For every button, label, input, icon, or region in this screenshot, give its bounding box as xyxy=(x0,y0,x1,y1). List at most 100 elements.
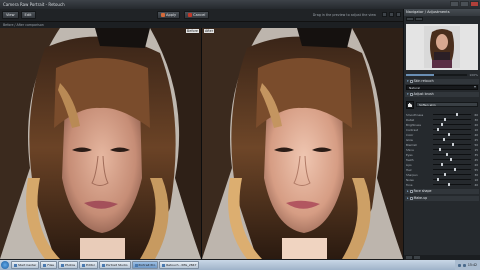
adjust-slider-row: Tone 40 xyxy=(406,182,478,187)
slider-thumb[interactable] xyxy=(444,118,447,121)
slider-value: 50 xyxy=(474,142,478,147)
slider-label: Lips xyxy=(406,162,412,167)
slider-label: Detail xyxy=(406,117,415,122)
cancel-icon xyxy=(188,13,193,17)
slider-value: 60 xyxy=(474,112,478,117)
brush-tool-label[interactable]: Soften skin xyxy=(416,102,478,107)
slider-track[interactable] xyxy=(433,128,471,131)
clock: 15:42 xyxy=(467,263,477,267)
cancel-button[interactable]: Cancel xyxy=(184,11,210,19)
application-window: Camera Raw Portrait - Retouch View Edit … xyxy=(0,0,480,270)
slider-label: Color xyxy=(406,132,414,137)
zoom-slider[interactable] xyxy=(406,73,468,76)
slider-label: Teeth xyxy=(406,157,414,162)
app-icon xyxy=(134,263,138,267)
slider-thumb[interactable] xyxy=(450,158,453,161)
makeup-header[interactable]: ▸ Make-up xyxy=(405,196,479,201)
slider-thumb[interactable] xyxy=(440,163,443,166)
slider-thumb[interactable] xyxy=(453,168,456,171)
face-shape-checkbox[interactable] xyxy=(409,190,413,193)
taskbar-button[interactable]: Portrait Studio xyxy=(99,261,131,269)
slider-track[interactable] xyxy=(433,133,471,136)
slider-track[interactable] xyxy=(433,163,471,166)
start-button[interactable] xyxy=(1,261,9,269)
volume-icon[interactable] xyxy=(462,263,466,267)
reset-button[interactable] xyxy=(406,256,412,259)
slider-track[interactable] xyxy=(433,178,471,181)
slider-value: 15 xyxy=(474,147,478,152)
split-view-button[interactable] xyxy=(389,12,394,17)
slider-thumb[interactable] xyxy=(448,133,451,136)
slider-thumb[interactable] xyxy=(452,143,454,146)
slider-track[interactable] xyxy=(433,143,471,146)
zoom-slider-fill xyxy=(406,73,434,76)
taskbar-button[interactable]: Files xyxy=(40,261,57,269)
slider-track[interactable] xyxy=(433,153,471,156)
maximize-button[interactable] xyxy=(460,1,469,7)
slider-track[interactable] xyxy=(433,118,471,121)
slider-value: 55 xyxy=(474,167,478,172)
app-icon xyxy=(43,263,47,267)
taskbar-button[interactable]: Photos xyxy=(57,261,79,269)
preset-dropdown[interactable]: Natural xyxy=(406,85,478,90)
slider-thumb[interactable] xyxy=(442,138,445,141)
slider-thumb[interactable] xyxy=(436,128,439,131)
before-preview[interactable]: Before xyxy=(0,28,201,259)
after-label: After xyxy=(204,29,215,33)
taskbar-button-label: Files xyxy=(47,263,54,267)
slider-track[interactable] xyxy=(433,158,471,161)
minimize-button[interactable] xyxy=(450,1,459,7)
after-preview[interactable]: After xyxy=(202,28,403,259)
taskbar-button-label: Start Center xyxy=(18,263,37,267)
slider-track[interactable] xyxy=(433,138,471,141)
slider-thumb[interactable] xyxy=(446,153,449,156)
slider-track[interactable] xyxy=(433,173,471,176)
brush-tool-row: Soften skin xyxy=(406,98,478,111)
slider-value: 25 xyxy=(474,137,478,142)
apply-label: Apply xyxy=(166,13,177,17)
adjustment-panel: Navigator / Adjustments 100% ▾ Skin reto… xyxy=(403,9,480,260)
slider-track[interactable] xyxy=(433,123,471,126)
view-menu-button[interactable]: View xyxy=(2,11,19,19)
taskbar-button[interactable]: Portrait Pro xyxy=(131,261,159,269)
close-button[interactable] xyxy=(470,1,479,7)
slider-value: 40 xyxy=(474,182,478,187)
navigator-portrait-image xyxy=(424,26,460,68)
taskbar: Start Center Files Photos Editor Portrait St… xyxy=(0,260,480,270)
slider-track[interactable] xyxy=(433,168,471,171)
slider-thumb[interactable] xyxy=(444,173,447,176)
nav-zoom-button[interactable] xyxy=(415,17,423,21)
navigator-thumbnail[interactable] xyxy=(406,24,478,70)
apply-button[interactable]: Apply xyxy=(157,11,181,19)
slider-track[interactable] xyxy=(433,148,471,151)
nav-fit-button[interactable] xyxy=(406,17,414,21)
edit-menu-button[interactable]: Edit xyxy=(20,11,36,19)
slider-track[interactable] xyxy=(433,183,471,186)
face-shape-header[interactable]: ▸ Face shape xyxy=(405,189,479,194)
skin-retouch-checkbox[interactable] xyxy=(409,80,413,83)
adjust-brush-header[interactable]: ▾ Adjust brush xyxy=(405,92,479,97)
window-title: Camera Raw Portrait - Retouch xyxy=(3,2,65,7)
taskbar-button[interactable]: Retouch - IMG_2847 xyxy=(159,261,200,269)
single-view-button[interactable] xyxy=(382,12,387,17)
adjust-brush-checkbox[interactable] xyxy=(409,93,413,96)
skin-retouch-header[interactable]: ▾ Skin retouch xyxy=(405,79,479,84)
slider-thumb[interactable] xyxy=(438,148,441,151)
slider-track[interactable] xyxy=(433,113,471,116)
taskbar-button[interactable]: Editor xyxy=(79,261,98,269)
cancel-label: Cancel xyxy=(193,13,206,17)
zoom-button[interactable] xyxy=(396,12,401,17)
slider-label: Glow xyxy=(406,137,413,142)
save-preset-button[interactable] xyxy=(414,256,420,259)
skin-retouch-title: Skin retouch xyxy=(413,79,434,83)
slider-thumb[interactable] xyxy=(455,113,458,116)
hand-icon[interactable] xyxy=(406,100,414,109)
slider-thumb[interactable] xyxy=(436,178,439,181)
network-icon[interactable] xyxy=(457,263,461,267)
slider-value: 30 xyxy=(474,172,478,177)
slider-thumb[interactable] xyxy=(448,183,451,186)
slider-thumb[interactable] xyxy=(440,123,443,126)
makeup-checkbox[interactable] xyxy=(409,197,413,200)
app-icon xyxy=(60,263,64,267)
taskbar-button[interactable]: Start Center xyxy=(11,261,40,269)
